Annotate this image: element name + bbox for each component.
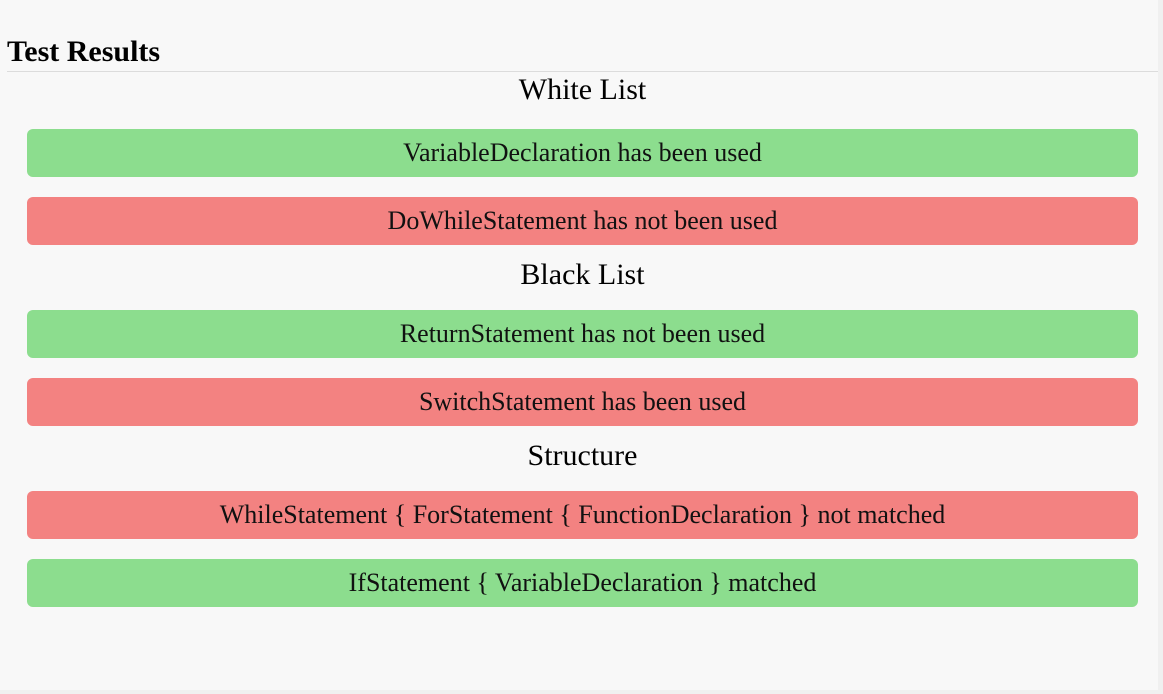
- page: Test Results White List VariableDeclarat…: [0, 0, 1163, 694]
- section-white-list: White List VariableDeclaration has been …: [7, 72, 1158, 245]
- results-panel: Test Results White List VariableDeclarat…: [0, 0, 1158, 690]
- result-item: ReturnStatement has not been used: [27, 310, 1138, 358]
- result-text: VariableDeclaration has been used: [403, 138, 762, 167]
- result-item: SwitchStatement has been used: [27, 378, 1138, 426]
- section-structure: Structure WhileStatement { ForStatement …: [7, 438, 1158, 607]
- result-text: ReturnStatement has not been used: [399, 319, 766, 348]
- result-item: IfStatement { VariableDeclaration } matc…: [27, 559, 1138, 607]
- result-text: WhileStatement { ForStatement { Function…: [219, 500, 946, 529]
- section-heading: Structure: [527, 439, 638, 472]
- result-item: DoWhileStatement has not been used: [27, 197, 1138, 245]
- result-item: WhileStatement { ForStatement { Function…: [27, 491, 1138, 539]
- result-text: DoWhileStatement has not been used: [387, 206, 778, 235]
- page-title: Test Results: [7, 35, 161, 68]
- results-content: White List VariableDeclaration has been …: [7, 72, 1158, 627]
- result-item: VariableDeclaration has been used: [27, 129, 1138, 177]
- section-heading: Black List: [520, 258, 645, 291]
- result-text: SwitchStatement has been used: [418, 387, 747, 416]
- section-heading: White List: [518, 73, 647, 106]
- section-black-list: Black List ReturnStatement has not been …: [7, 257, 1158, 426]
- result-text: IfStatement { VariableDeclaration } matc…: [348, 568, 817, 597]
